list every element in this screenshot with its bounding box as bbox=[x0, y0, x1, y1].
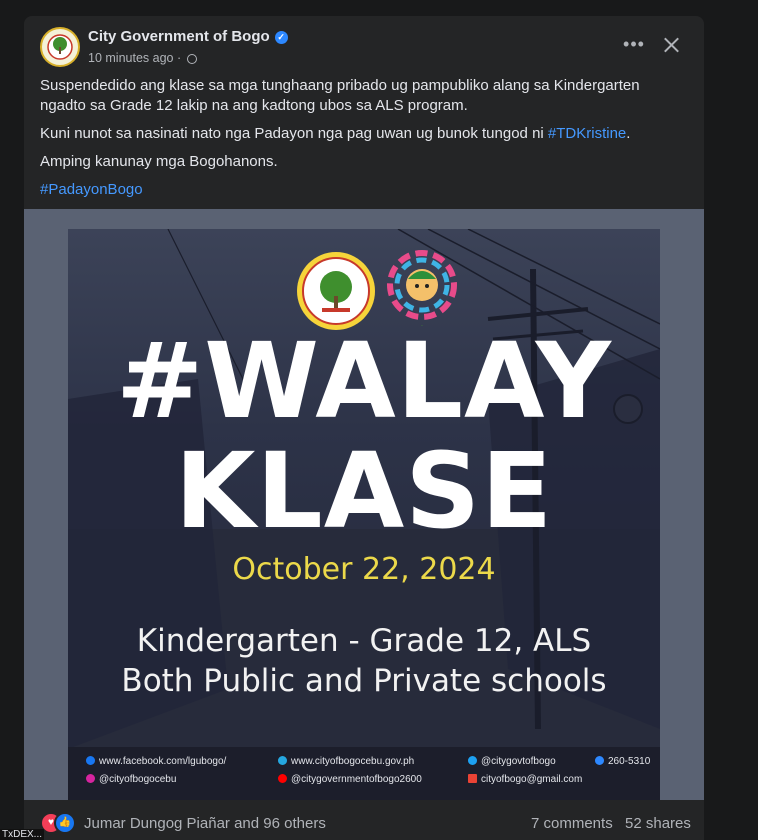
post-image[interactable]: . #WALAY KLASE October 22, 2024 Kinderga… bbox=[24, 209, 704, 800]
facebook-contact: www.facebook.com/lgubogo/ bbox=[86, 756, 226, 767]
hashtag-link[interactable]: #PadayonBogo bbox=[40, 181, 143, 198]
poster-levels: Kindergarten - Grade 12, ALS Both Public… bbox=[68, 621, 660, 701]
post-text: Suspendedido ang klase sa mga tunghaang … bbox=[40, 76, 670, 208]
poster-levels-line1: Kindergarten - Grade 12, ALS bbox=[136, 623, 592, 659]
instagram-icon bbox=[86, 774, 95, 783]
post-meta: 10 minutes ago · bbox=[88, 51, 197, 65]
page-avatar[interactable] bbox=[40, 27, 80, 67]
post-paragraph: #PadayonBogo bbox=[40, 180, 670, 200]
like-reaction-icon: 👍 bbox=[54, 812, 76, 834]
poster-contact-bar: www.facebook.com/lgubogo/ www.cityofbogo… bbox=[68, 747, 660, 800]
page-name-label[interactable]: City Government of Bogo bbox=[88, 28, 270, 45]
deped-division-logo: . bbox=[387, 250, 457, 328]
poster-headline-line1: #WALAY bbox=[116, 320, 612, 442]
post-footer: ♥ 👍 Jumar Dungog Piañar and 96 others 7 … bbox=[24, 800, 704, 840]
hashtag-link[interactable]: #TDKristine bbox=[548, 125, 626, 142]
post-paragraph-text: Kuni nunot sa nasinati nato nga Padayon … bbox=[40, 125, 548, 142]
website-contact: www.cityofbogocebu.gov.ph bbox=[278, 756, 414, 767]
verified-badge-icon: ✓ bbox=[274, 31, 288, 44]
instagram-contact: @cityofbogocebu bbox=[86, 774, 176, 785]
twitter-icon bbox=[468, 756, 477, 765]
youtube-contact-text: @citygovernmentofbogo2600 bbox=[291, 774, 422, 785]
youtube-icon bbox=[278, 774, 287, 783]
post-paragraph: Amping kanunay mga Bogohanons. bbox=[40, 153, 278, 170]
twitter-contact: @citygovtofbogo bbox=[468, 756, 556, 767]
instagram-contact-text: @cityofbogocebu bbox=[99, 774, 177, 785]
globe-icon[interactable] bbox=[186, 54, 197, 64]
facebook-icon bbox=[86, 756, 95, 765]
shares-count[interactable]: 52 shares bbox=[625, 815, 691, 832]
poster-levels-line2: Both Public and Private schools bbox=[121, 663, 607, 699]
reaction-icons[interactable]: ♥ 👍 bbox=[40, 812, 80, 834]
post-paragraph: Suspendedido ang klase sa mga tunghaang … bbox=[40, 77, 640, 114]
comments-count[interactable]: 7 comments bbox=[531, 815, 613, 832]
poster-date: October 22, 2024 bbox=[232, 552, 496, 587]
website-contact-text: www.cityofbogocebu.gov.ph bbox=[291, 756, 415, 767]
post-paragraph-end: . bbox=[626, 125, 631, 142]
phone-icon bbox=[595, 756, 604, 765]
post-card: City Government of Bogo ✓ 10 minutes ago … bbox=[24, 16, 704, 840]
facebook-contact-text: www.facebook.com/lgubogo/ bbox=[99, 756, 227, 767]
twitter-contact-text: @citygovtofbogo bbox=[481, 756, 556, 767]
email-contact-text: cityofbogo@gmail.com bbox=[481, 774, 583, 785]
meta-separator: · bbox=[176, 51, 182, 65]
city-of-bogo-seal-logo bbox=[297, 252, 375, 330]
mail-icon bbox=[468, 774, 477, 783]
close-button[interactable] bbox=[656, 30, 686, 60]
email-contact: cityofbogo@gmail.com bbox=[468, 774, 582, 785]
post-paragraph: Kuni nunot sa nasinati nato nga Padayon … bbox=[40, 124, 670, 144]
phone-contact-text: 260-5310 bbox=[608, 756, 651, 767]
youtube-contact: @citygovernmentofbogo2600 bbox=[278, 774, 422, 785]
post-header: City Government of Bogo ✓ 10 minutes ago … bbox=[24, 16, 704, 74]
post-time[interactable]: 10 minutes ago bbox=[88, 51, 173, 65]
more-options-button[interactable]: ••• bbox=[620, 32, 648, 60]
web-icon bbox=[278, 756, 287, 765]
poster-headline-line2: KLASE bbox=[174, 430, 554, 552]
walay-klase-poster: . #WALAY KLASE October 22, 2024 Kinderga… bbox=[68, 229, 660, 800]
reactions-summary[interactable]: Jumar Dungog Piañar and 96 others bbox=[84, 815, 326, 832]
page-name[interactable]: City Government of Bogo ✓ bbox=[88, 28, 288, 45]
phone-contact: 260-5310 bbox=[595, 756, 650, 767]
taskbar-label[interactable]: TxDEX... bbox=[0, 829, 45, 840]
